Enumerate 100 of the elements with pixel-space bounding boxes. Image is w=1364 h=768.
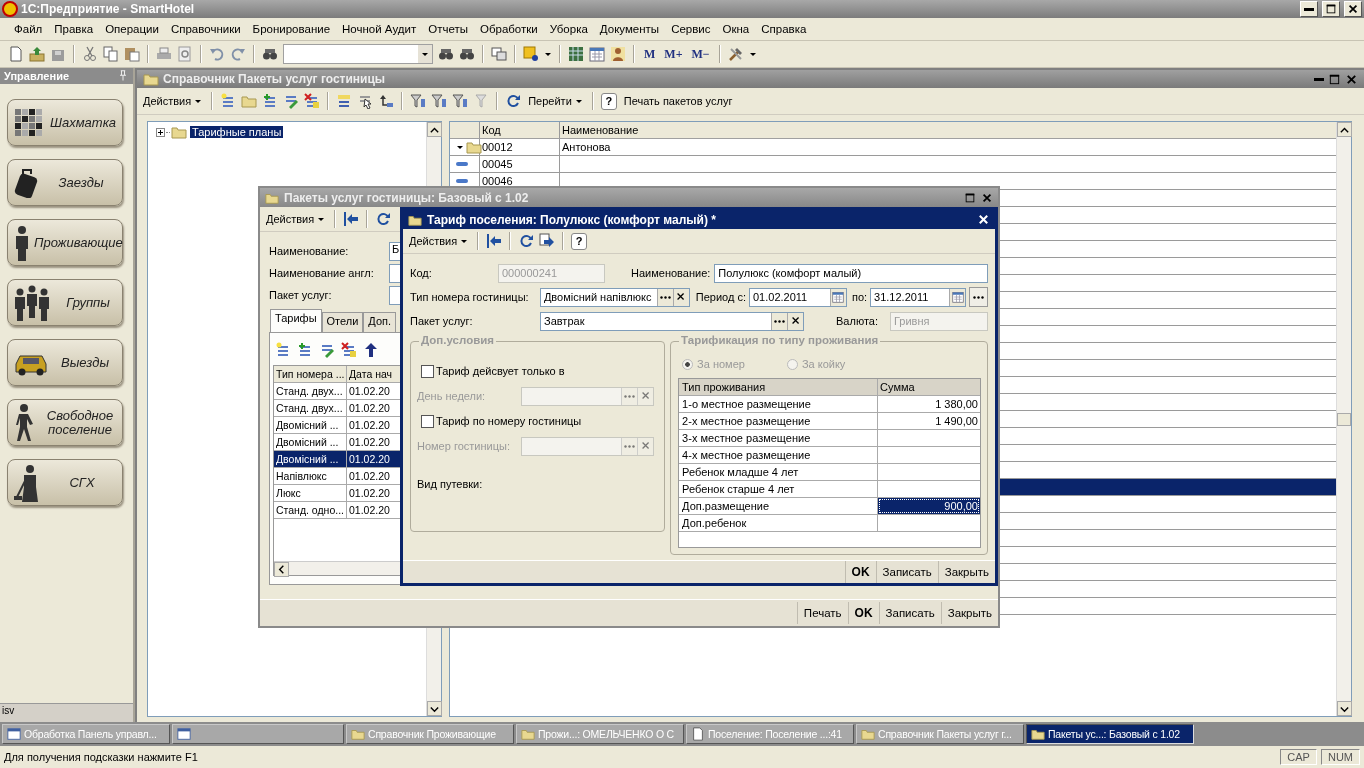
dialog-button[interactable]: OK bbox=[844, 561, 876, 583]
dialog-button[interactable]: Закрыть bbox=[937, 561, 995, 583]
tools-icon[interactable] bbox=[727, 46, 744, 62]
sidebar-button[interactable]: Свободное поселение bbox=[7, 399, 123, 446]
list-delete-icon[interactable] bbox=[304, 93, 321, 109]
sidebar-button[interactable]: Заезды bbox=[7, 159, 123, 206]
cursor-icon[interactable] bbox=[357, 93, 374, 109]
column-header[interactable]: Тип проживания bbox=[679, 379, 879, 395]
refresh-icon[interactable] bbox=[375, 211, 392, 227]
date-field[interactable]: 31.12.2011 bbox=[870, 287, 966, 307]
tab[interactable]: Доп. bbox=[363, 312, 397, 332]
dialog-button[interactable]: Печать bbox=[796, 602, 848, 624]
memory-button[interactable]: M− bbox=[689, 46, 712, 62]
refresh-icon[interactable] bbox=[505, 93, 522, 109]
list-add-icon[interactable] bbox=[275, 342, 291, 358]
list-edit-icon[interactable] bbox=[283, 93, 300, 109]
input-field[interactable]: Полулюкс (комфорт малый) bbox=[714, 263, 988, 283]
upload-icon[interactable] bbox=[29, 46, 45, 62]
pin-icon[interactable] bbox=[117, 70, 129, 82]
menu-item[interactable]: Операции bbox=[99, 23, 165, 35]
help-button[interactable]: ? bbox=[571, 232, 588, 250]
tab[interactable]: Отели bbox=[321, 312, 364, 332]
column-header[interactable]: Сумма bbox=[878, 379, 980, 395]
list-edit-icon[interactable] bbox=[319, 342, 335, 358]
menu-item[interactable]: Справочники bbox=[164, 23, 247, 35]
goto-menu[interactable]: Перейти bbox=[526, 95, 585, 107]
menu-item[interactable]: Уборка bbox=[543, 23, 594, 35]
filter-icon[interactable] bbox=[452, 93, 469, 109]
help-button[interactable]: ? bbox=[600, 92, 617, 110]
select-field[interactable]: Двомісний напівлюкс bbox=[539, 287, 690, 307]
memory-button[interactable]: M+ bbox=[662, 46, 685, 62]
refresh-icon[interactable] bbox=[518, 233, 535, 249]
calculator-icon[interactable] bbox=[568, 46, 584, 62]
select-field[interactable] bbox=[521, 386, 654, 406]
taskbar-item[interactable]: Пакеты ус...: Базовый с 1.02 bbox=[1026, 724, 1194, 744]
actions-menu[interactable]: Действия bbox=[141, 95, 205, 107]
left-arrow-icon[interactable] bbox=[343, 211, 360, 227]
calendar-icon[interactable] bbox=[589, 46, 605, 62]
select-field[interactable] bbox=[521, 436, 654, 456]
table-cell[interactable]: 900,00 bbox=[878, 498, 980, 514]
windows-icon[interactable] bbox=[491, 46, 507, 62]
actions-menu[interactable]: Действия bbox=[264, 213, 328, 225]
print-button[interactable]: Печать пакетов услуг bbox=[621, 95, 735, 107]
menu-item[interactable]: Справка bbox=[755, 23, 813, 35]
date-field[interactable]: 01.02.2011 bbox=[749, 287, 847, 307]
sidebar-button[interactable]: Проживающие bbox=[7, 219, 123, 266]
dialog-button[interactable]: Закрыть bbox=[940, 602, 998, 624]
table-cell[interactable]: 1 380,00 bbox=[878, 396, 980, 412]
forward-icon[interactable] bbox=[539, 233, 556, 249]
menu-item[interactable]: Обработки bbox=[473, 23, 544, 35]
scroll-left-icon[interactable] bbox=[276, 564, 287, 575]
checkbox[interactable]: Тариф по номеру гостиницы bbox=[417, 412, 659, 430]
menu-item[interactable]: Документы bbox=[593, 23, 666, 35]
scroll-thumb[interactable] bbox=[1337, 412, 1351, 426]
paste-icon[interactable] bbox=[124, 46, 140, 62]
scrollbar[interactable] bbox=[1336, 122, 1351, 716]
restore-button[interactable] bbox=[1322, 1, 1340, 17]
maximize-icon[interactable] bbox=[1328, 72, 1341, 86]
tab[interactable]: Тарифы bbox=[270, 309, 322, 332]
minimize-icon[interactable] bbox=[1314, 77, 1324, 81]
undo-icon[interactable] bbox=[209, 46, 225, 62]
redo-icon[interactable] bbox=[230, 46, 246, 62]
list-delete-icon[interactable] bbox=[341, 342, 357, 358]
left-arrow-icon[interactable] bbox=[486, 233, 503, 249]
table-cell[interactable]: 1 490,00 bbox=[878, 413, 980, 429]
menu-item[interactable]: Файл bbox=[8, 23, 49, 35]
taskbar-item[interactable] bbox=[172, 724, 344, 744]
menu-item[interactable]: Сервис bbox=[665, 23, 717, 35]
checkbox[interactable]: Тариф дейсвует только в bbox=[417, 362, 659, 380]
menu-item[interactable]: Ночной Аудит bbox=[336, 23, 423, 35]
copy-icon[interactable] bbox=[103, 46, 119, 62]
dialog-button[interactable]: Записать bbox=[875, 561, 938, 583]
binoculars-icon[interactable] bbox=[459, 46, 475, 62]
menu-item[interactable]: Бронирование bbox=[246, 23, 337, 35]
close-icon[interactable] bbox=[1345, 72, 1358, 86]
printer-icon[interactable] bbox=[156, 46, 172, 62]
list-select-icon[interactable] bbox=[336, 93, 353, 109]
expand-icon[interactable] bbox=[156, 127, 165, 137]
binoculars-icon[interactable] bbox=[262, 46, 278, 62]
dialog-button[interactable]: OK bbox=[847, 602, 879, 624]
tree-item[interactable]: Тарифные планы bbox=[190, 126, 284, 138]
minimize-button[interactable] bbox=[1300, 1, 1318, 17]
binoculars-icon[interactable] bbox=[438, 46, 454, 62]
sidebar-button[interactable]: Шахматка bbox=[7, 99, 123, 146]
select-button[interactable] bbox=[969, 287, 988, 307]
memory-button[interactable]: M bbox=[642, 46, 658, 62]
list-plus-icon[interactable] bbox=[297, 342, 313, 358]
menu-item[interactable]: Отчеты bbox=[422, 23, 474, 35]
menu-item[interactable]: Окна bbox=[716, 23, 756, 35]
column-header[interactable]: Наименование bbox=[560, 122, 1336, 138]
column-header[interactable]: Тип номера ... bbox=[274, 366, 347, 382]
dialog-button[interactable]: Записать bbox=[878, 602, 941, 624]
sidebar-button[interactable]: СГХ bbox=[7, 459, 123, 506]
close-icon[interactable] bbox=[977, 213, 990, 226]
select-field[interactable]: Завтрак bbox=[540, 311, 804, 331]
scissors-icon[interactable] bbox=[82, 46, 98, 62]
up-arrow-icon[interactable] bbox=[363, 342, 379, 358]
back-arrow-icon[interactable] bbox=[378, 93, 395, 109]
menu-item[interactable]: Правка bbox=[48, 23, 100, 35]
search-combo[interactable] bbox=[283, 44, 433, 64]
